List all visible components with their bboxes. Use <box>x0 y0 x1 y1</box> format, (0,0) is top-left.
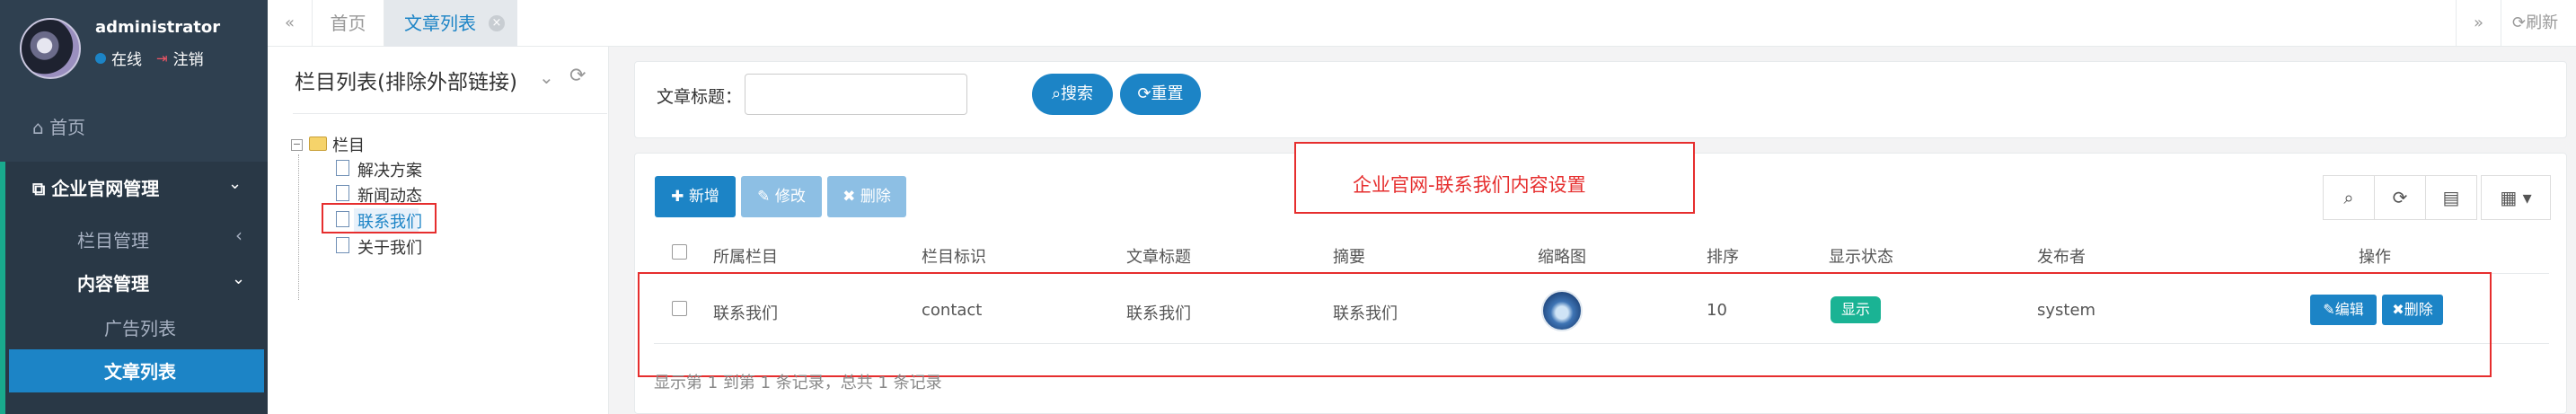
annotation-text: 企业官网-联系我们内容设置 <box>1353 174 1586 196</box>
column-tree-panel: 栏目列表(排除外部链接) ⌄ ⟳ − 栏目 解决方案 新闻动态 联系我们 关于我… <box>268 47 609 414</box>
nav-enterprise-site[interactable]: ⧉ 企业官网管理 <box>32 174 159 200</box>
th-publisher[interactable]: 发布者 <box>2037 244 2086 268</box>
delete-label: 删除 <box>860 188 891 206</box>
nav-group-label: 企业官网管理 <box>51 178 160 199</box>
tree-guide-line <box>298 154 299 300</box>
folder-icon <box>309 137 327 151</box>
edit-label: 修改 <box>774 188 806 206</box>
search-label: 文章标题： <box>657 87 743 107</box>
refresh-icon: ⟳ <box>2512 13 2527 32</box>
tree-title: 栏目列表(排除外部链接) <box>295 71 517 94</box>
edit-button[interactable]: ✎ 修改 <box>741 176 822 217</box>
search-panel: 文章标题： ⌕搜索 ⟳重置 <box>634 61 2567 138</box>
nav-home-label: 首页 <box>49 117 86 138</box>
th-sort[interactable]: 排序 <box>1707 244 1739 268</box>
tab-home[interactable]: 首页 <box>313 0 384 47</box>
nav-article-list[interactable]: 文章列表 <box>104 357 176 383</box>
document-icon <box>336 160 349 176</box>
home-icon: ⌂ <box>32 117 44 138</box>
nav-column-mgmt[interactable]: 栏目管理 <box>77 226 149 252</box>
th-column[interactable]: 所属栏目 <box>713 244 778 268</box>
user-profile: administrator 在线 ⇥ 注销 <box>0 0 268 90</box>
document-icon <box>336 237 349 253</box>
th-status[interactable]: 显示状态 <box>1829 244 1893 268</box>
reset-icon: ⟳ <box>1137 84 1151 103</box>
th-ident[interactable]: 栏目标识 <box>922 244 986 268</box>
delete-icon: ✖ <box>842 188 856 206</box>
select-all-checkbox[interactable] <box>672 244 687 260</box>
search-icon: ⌕ <box>1051 84 1062 103</box>
tree-item[interactable]: 解决方案 <box>357 158 422 181</box>
search-button-label: 搜索 <box>1061 84 1094 103</box>
refresh-icon[interactable]: ⟳ <box>569 65 586 87</box>
table-toggle-view-icon[interactable]: ▤ <box>2425 175 2477 220</box>
tree-root[interactable]: 栏目 <box>332 133 365 156</box>
tab-bar: « 首页 文章列表 × » ⟳刷新 <box>268 0 2576 47</box>
nav-ad-list[interactable]: 广告列表 <box>104 314 176 340</box>
chevron-down-icon: ⌄ <box>232 269 246 288</box>
tab-article-list-label: 文章列表 <box>404 13 476 34</box>
chevron-down-icon: ⌄ <box>228 174 243 193</box>
user-name[interactable]: administrator <box>95 18 220 37</box>
avatar[interactable] <box>20 18 81 79</box>
scroll-left-icon[interactable]: « <box>268 0 313 47</box>
reset-button-label: 重置 <box>1151 84 1184 103</box>
reset-button[interactable]: ⟳重置 <box>1120 74 1201 115</box>
delete-button[interactable]: ✖ 删除 <box>827 176 906 217</box>
search-button[interactable]: ⌕搜索 <box>1032 74 1113 115</box>
user-status: 在线 ⇥ 注销 <box>95 47 204 69</box>
divider <box>293 113 607 114</box>
tree-collapse-icon[interactable]: − <box>291 139 303 151</box>
copy-icon: ⧉ <box>32 178 46 199</box>
tree-item[interactable]: 关于我们 <box>357 235 422 259</box>
close-icon[interactable]: × <box>489 15 505 31</box>
add-label: 新增 <box>688 188 719 206</box>
refresh-label: 刷新 <box>2526 13 2559 32</box>
nav-content-mgmt[interactable]: 内容管理 <box>77 269 149 295</box>
row-highlight-box <box>638 272 2492 377</box>
edit-icon: ✎ <box>757 188 771 206</box>
nav-home[interactable]: ⌂ 首页 <box>32 113 85 139</box>
table-refresh-icon[interactable]: ⟳ <box>2374 175 2426 220</box>
status-text: 在线 <box>111 51 142 69</box>
tree-selection-highlight <box>322 203 437 233</box>
th-actions: 操作 <box>2359 248 2391 267</box>
document-icon <box>336 185 349 201</box>
table-columns-icon[interactable]: ▦ ▾ <box>2481 175 2551 220</box>
th-title[interactable]: 文章标题 <box>1126 244 1191 268</box>
online-dot-icon <box>95 52 106 64</box>
plus-icon: ✚ <box>671 188 684 206</box>
logout-icon[interactable]: ⇥ <box>156 50 168 66</box>
chevron-down-icon[interactable]: ⌄ <box>539 66 554 88</box>
chevron-left-icon: ‹ <box>235 225 243 246</box>
title-search-input[interactable] <box>745 74 967 115</box>
table-search-icon[interactable]: ⌕ <box>2323 175 2375 220</box>
add-button[interactable]: ✚ 新增 <box>655 176 736 217</box>
pagination-info: 显示第 1 到第 1 条记录，总共 1 条记录 <box>654 374 942 392</box>
refresh-button[interactable]: ⟳刷新 <box>2501 0 2576 47</box>
logout-link[interactable]: 注销 <box>173 47 204 69</box>
th-summary[interactable]: 摘要 <box>1333 244 1365 268</box>
scroll-right-icon[interactable]: » <box>2456 0 2501 47</box>
th-thumbnail[interactable]: 缩略图 <box>1538 244 1586 268</box>
